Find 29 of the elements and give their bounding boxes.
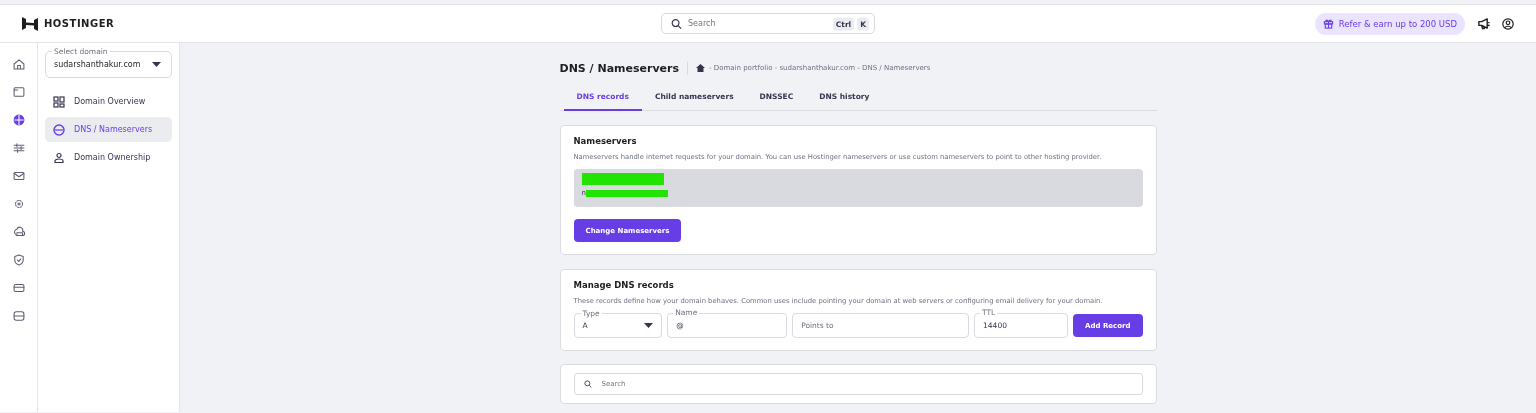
grid-icon (53, 95, 65, 108)
logo-icon[interactable] (22, 16, 38, 31)
sidebar-item[interactable]: DNS / Nameservers (45, 117, 172, 142)
home-icon[interactable] (696, 64, 706, 72)
card-title: Nameservers (573, 136, 638, 146)
window-icon[interactable] (11, 85, 26, 99)
server-icon[interactable] (11, 309, 26, 323)
globe-icon (53, 123, 65, 136)
refer-button[interactable]: Refer & earn up to 200 USD (1314, 12, 1465, 35)
sidebar-item[interactable]: Domain Ownership (45, 145, 172, 170)
caret-icon (644, 323, 654, 328)
home-icon[interactable] (11, 57, 26, 71)
gift-icon (1322, 18, 1334, 29)
megaphone-icon[interactable] (1477, 17, 1490, 30)
mail-icon[interactable] (11, 169, 26, 183)
card-title: Manage DNS records (573, 280, 675, 290)
cloud-icon[interactable] (11, 225, 26, 239)
caret-icon (152, 62, 161, 67)
sliders-icon[interactable] (11, 141, 26, 155)
brand-name: HOSTINGER (44, 18, 115, 29)
person-icon (53, 151, 65, 164)
account-icon[interactable] (1502, 17, 1514, 30)
shield-icon[interactable] (11, 253, 26, 267)
page-title: DNS / Nameservers (559, 61, 689, 75)
card-icon[interactable] (11, 281, 26, 295)
globe-icon[interactable] (11, 113, 26, 127)
search-icon (671, 18, 682, 29)
search-icon (583, 380, 592, 388)
sidebar-item[interactable]: Domain Overview (45, 89, 172, 114)
